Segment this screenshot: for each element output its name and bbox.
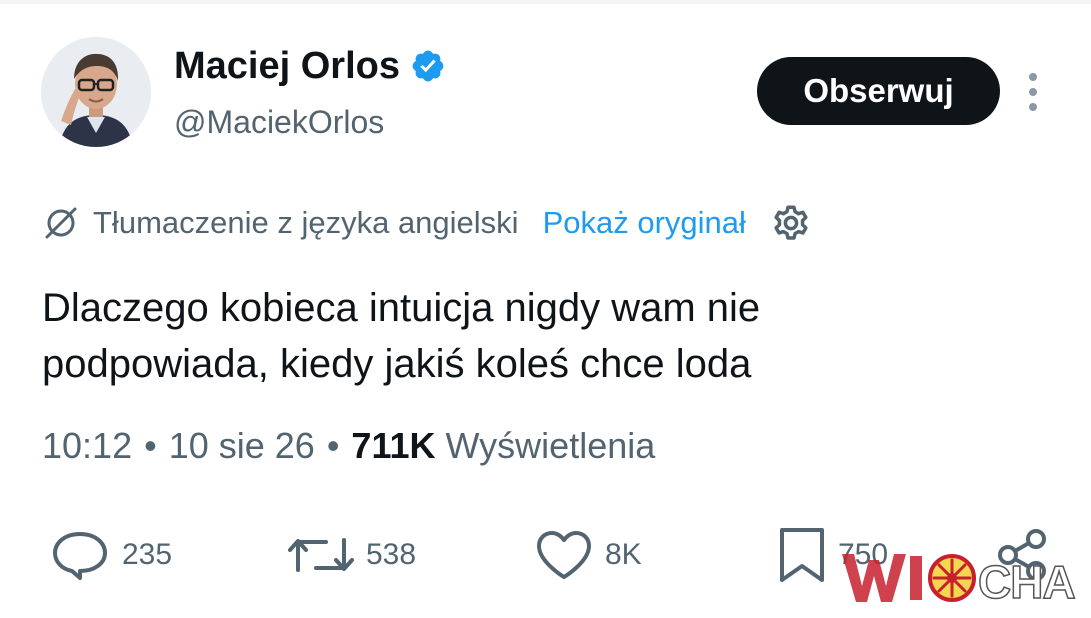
tweet-date[interactable]: 10 sie 26 (169, 425, 315, 466)
svg-text:CHA: CHA (978, 556, 1075, 608)
author-name-text: Maciej Orlos (174, 45, 400, 87)
more-vertical-icon[interactable] (1018, 70, 1048, 114)
reply-icon (53, 532, 107, 580)
repost-button[interactable]: 538 (288, 525, 416, 585)
tweet-text-line: Dlaczego kobieca intuicja nigdy wam nie (42, 286, 761, 330)
views-count: 711K (351, 425, 436, 466)
wiocha-logo-icon: CHA (842, 554, 1076, 608)
tweet-time[interactable]: 10:12 (42, 425, 132, 466)
show-original-link[interactable]: Pokaż oryginał (543, 205, 746, 241)
author-handle[interactable]: @MaciekOrlos (174, 102, 384, 142)
gear-icon[interactable] (770, 202, 812, 244)
meta-separator: • (326, 425, 340, 466)
repost-icon (288, 538, 354, 572)
meta-separator: • (144, 425, 157, 466)
heart-icon (537, 531, 591, 579)
views-label: Wyświetlenia (445, 425, 656, 466)
translation-label: Tłumaczenie z języka angielski (93, 205, 519, 240)
tweet-meta: 10:12 • 10 sie 26 • 711K Wyświetlenia (42, 424, 655, 468)
top-divider (0, 0, 1091, 4)
verified-badge-icon (412, 50, 444, 82)
translation-bar: Tłumaczenie z języka angielski Pokaż ory… (41, 200, 812, 246)
tweet-text-line: podpowiada, kiedy jakiś koleś chce loda (42, 342, 752, 386)
reply-button[interactable]: 235 (50, 525, 172, 585)
avatar[interactable] (41, 37, 151, 147)
author-display-name[interactable]: Maciej Orlos (174, 44, 446, 88)
follow-button[interactable]: Obserwuj (757, 57, 1000, 125)
like-count: 8K (605, 538, 642, 571)
tweet-text: Dlaczego kobieca intuicja nigdy wam nie … (42, 280, 1042, 392)
avatar-photo (41, 37, 151, 147)
repost-count: 538 (366, 538, 417, 571)
wiocha-watermark-logo: CHA (838, 546, 1078, 608)
reply-count: 235 (122, 538, 173, 571)
translate-icon (45, 207, 77, 239)
like-button[interactable]: 8K (535, 525, 642, 585)
bookmark-icon (780, 528, 824, 582)
